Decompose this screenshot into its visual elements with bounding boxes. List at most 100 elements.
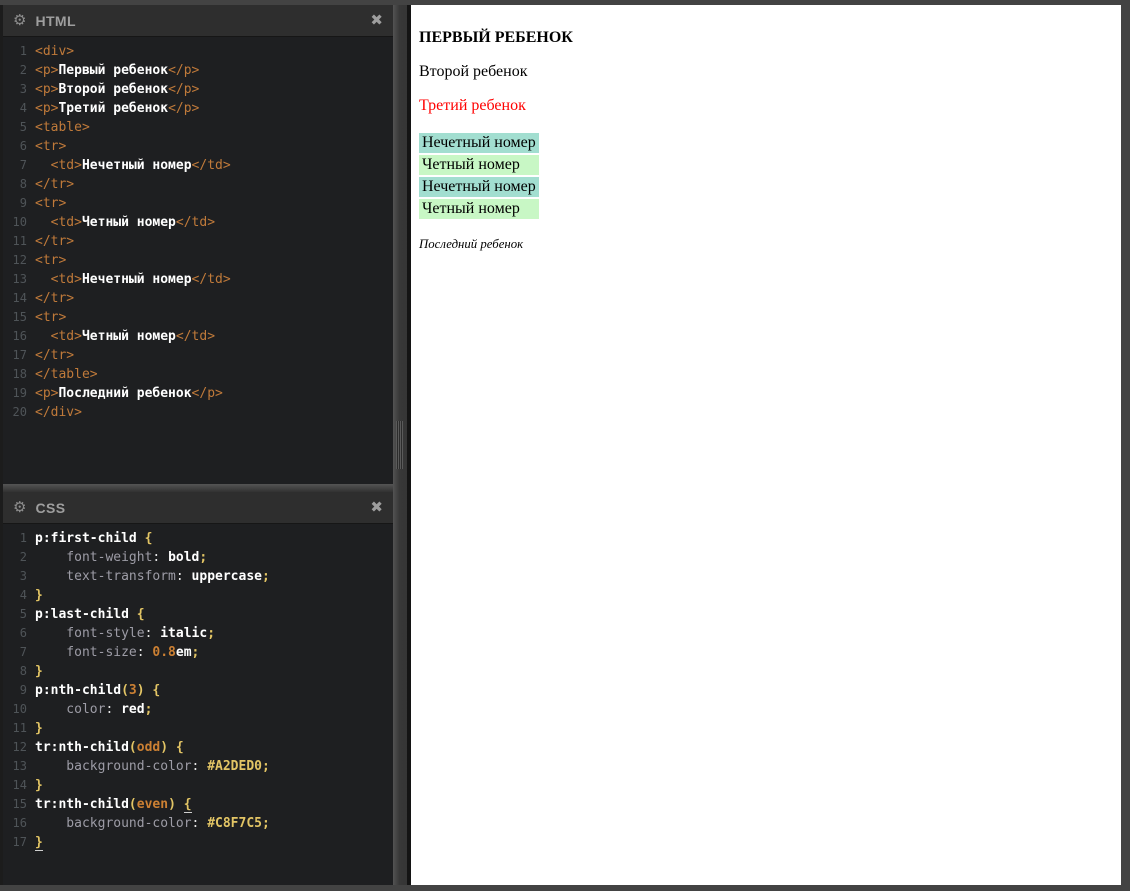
code-line[interactable]: 19<p>Последний ребенок</p> [3, 384, 393, 403]
line-number: 2 [3, 61, 35, 80]
code-line[interactable]: 13 background-color: #A2DED0; [3, 757, 393, 776]
line-number: 10 [3, 700, 35, 719]
table-cell: Четный номер [419, 155, 539, 175]
code-line[interactable]: 18</table> [3, 365, 393, 384]
code-line[interactable]: 16 background-color: #C8F7C5; [3, 814, 393, 833]
line-number: 4 [3, 99, 35, 118]
html-panel-title: HTML [35, 13, 75, 29]
code-line[interactable]: 11</tr> [3, 232, 393, 251]
line-number: 7 [3, 643, 35, 662]
code-line[interactable]: 5<table> [3, 118, 393, 137]
line-number: 11 [3, 232, 35, 251]
line-number: 17 [3, 346, 35, 365]
code-line[interactable]: 3 text-transform: uppercase; [3, 567, 393, 586]
close-icon[interactable]: ✖ [370, 500, 383, 515]
code-line[interactable]: 1p:first-child { [3, 529, 393, 548]
code-line[interactable]: 6 font-style: italic; [3, 624, 393, 643]
code-line[interactable]: 13 <td>Нечетный номер</td> [3, 270, 393, 289]
line-number: 11 [3, 719, 35, 738]
table-cell: Нечетный номер [419, 133, 539, 153]
close-icon[interactable]: ✖ [370, 13, 383, 28]
code-line[interactable]: 8</tr> [3, 175, 393, 194]
code-line[interactable]: 2 font-weight: bold; [3, 548, 393, 567]
line-number: 4 [3, 586, 35, 605]
code-line[interactable]: 4<p>Третий ребенок</p> [3, 99, 393, 118]
table-row: Четный номер [419, 155, 539, 175]
horizontal-splitter[interactable] [3, 484, 393, 492]
code-line[interactable]: 12<tr> [3, 251, 393, 270]
line-number: 3 [3, 567, 35, 586]
preview-paragraph-last: Последний ребенок [419, 237, 1113, 252]
code-line[interactable]: 1<div> [3, 42, 393, 61]
line-number: 19 [3, 384, 35, 403]
preview-table: Нечетный номерЧетный номерНечетный номер… [417, 131, 541, 221]
css-panel: ⚙ CSS ✖ 1p:first-child {2 font-weight: b… [3, 492, 393, 885]
code-line[interactable]: 2<p>Первый ребенок</p> [3, 61, 393, 80]
code-line[interactable]: 14} [3, 776, 393, 795]
code-line[interactable]: 8} [3, 662, 393, 681]
line-number: 12 [3, 251, 35, 270]
line-number: 5 [3, 118, 35, 137]
vertical-splitter[interactable] [393, 5, 407, 885]
code-line[interactable]: 12tr:nth-child(odd) { [3, 738, 393, 757]
line-number: 16 [3, 327, 35, 346]
line-number: 8 [3, 175, 35, 194]
app-window: ⚙ HTML ✖ 1<div>2<p>Первый ребенок</p>3<p… [0, 0, 1130, 891]
line-number: 9 [3, 681, 35, 700]
code-line[interactable]: 9<tr> [3, 194, 393, 213]
code-line[interactable]: 16 <td>Четный номер</td> [3, 327, 393, 346]
css-code-editor[interactable]: 1p:first-child {2 font-weight: bold;3 te… [3, 524, 393, 885]
code-line[interactable]: 11} [3, 719, 393, 738]
line-number: 13 [3, 757, 35, 776]
code-line[interactable]: 10 <td>Четный номер</td> [3, 213, 393, 232]
css-panel-header: ⚙ CSS ✖ [3, 492, 393, 524]
workspace: ⚙ HTML ✖ 1<div>2<p>Первый ребенок</p>3<p… [0, 5, 1121, 885]
line-number: 13 [3, 270, 35, 289]
preview-paragraph-second: Второй ребенок [419, 63, 1113, 81]
gear-icon[interactable]: ⚙ [13, 13, 26, 28]
code-line[interactable]: 4} [3, 586, 393, 605]
code-line[interactable]: 15tr:nth-child(even) { [3, 795, 393, 814]
css-panel-title: CSS [35, 500, 65, 516]
code-line[interactable]: 5p:last-child { [3, 605, 393, 624]
line-number: 17 [3, 833, 35, 852]
line-number: 5 [3, 605, 35, 624]
line-number: 16 [3, 814, 35, 833]
line-number: 12 [3, 738, 35, 757]
table-row: Четный номер [419, 199, 539, 219]
code-column: ⚙ HTML ✖ 1<div>2<p>Первый ребенок</p>3<p… [3, 5, 393, 885]
code-line[interactable]: 17</tr> [3, 346, 393, 365]
html-code-editor[interactable]: 1<div>2<p>Первый ребенок</p>3<p>Второй р… [3, 37, 393, 484]
table-cell: Нечетный номер [419, 177, 539, 197]
code-line[interactable]: 17} [3, 833, 393, 852]
line-number: 15 [3, 308, 35, 327]
result-preview: ПЕРВЫЙ РЕБЕНОК Второй ребенок Третий реб… [407, 5, 1121, 885]
preview-paragraph-first: ПЕРВЫЙ РЕБЕНОК [419, 29, 1113, 47]
code-line[interactable]: 6<tr> [3, 137, 393, 156]
splitter-grip-icon [396, 421, 403, 469]
line-number: 20 [3, 403, 35, 422]
html-panel-header: ⚙ HTML ✖ [3, 5, 393, 37]
preview-table-body: Нечетный номерЧетный номерНечетный номер… [419, 133, 539, 219]
preview-paragraph-third: Третий ребенок [419, 97, 1113, 115]
line-number: 2 [3, 548, 35, 567]
line-number: 15 [3, 795, 35, 814]
code-line[interactable]: 3<p>Второй ребенок</p> [3, 80, 393, 99]
table-row: Нечетный номер [419, 133, 539, 153]
code-line[interactable]: 20</div> [3, 403, 393, 422]
code-line[interactable]: 9p:nth-child(3) { [3, 681, 393, 700]
line-number: 18 [3, 365, 35, 384]
line-number: 1 [3, 529, 35, 548]
code-line[interactable]: 14</tr> [3, 289, 393, 308]
code-line[interactable]: 7 font-size: 0.8em; [3, 643, 393, 662]
code-line[interactable]: 10 color: red; [3, 700, 393, 719]
line-number: 9 [3, 194, 35, 213]
html-panel: ⚙ HTML ✖ 1<div>2<p>Первый ребенок</p>3<p… [3, 5, 393, 484]
line-number: 6 [3, 137, 35, 156]
code-line[interactable]: 15<tr> [3, 308, 393, 327]
table-cell: Четный номер [419, 199, 539, 219]
line-number: 14 [3, 289, 35, 308]
gear-icon[interactable]: ⚙ [13, 500, 26, 515]
line-number: 7 [3, 156, 35, 175]
code-line[interactable]: 7 <td>Нечетный номер</td> [3, 156, 393, 175]
